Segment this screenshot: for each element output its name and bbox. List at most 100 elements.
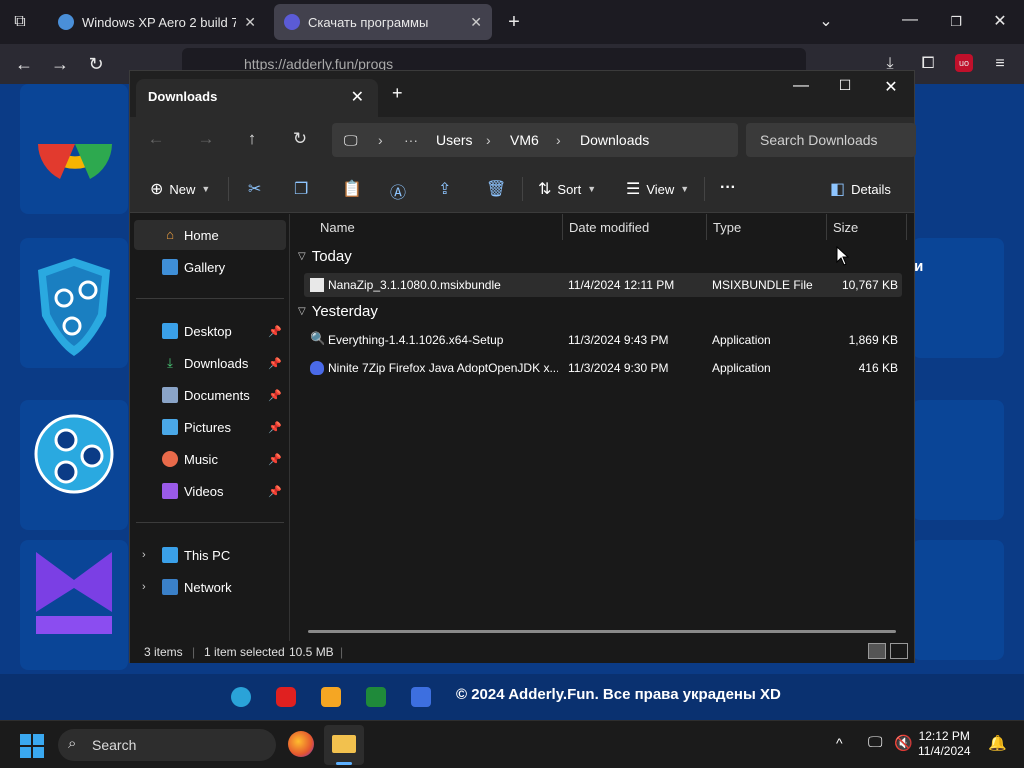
more-options-button[interactable]: ··· xyxy=(720,179,736,197)
paste-button[interactable]: 📋 xyxy=(342,179,362,199)
copy-button[interactable]: ❐ xyxy=(294,179,308,199)
minimize-icon[interactable]: — xyxy=(900,10,920,30)
details-button[interactable]: ◧ Details xyxy=(830,179,891,199)
restore-icon[interactable]: ❐ xyxy=(946,12,966,32)
add-tab-icon[interactable]: + xyxy=(392,83,403,104)
program-card[interactable] xyxy=(20,84,128,214)
chevron-up-icon[interactable]: ^ xyxy=(836,735,843,751)
breadcrumb-vm6[interactable]: VM6 xyxy=(510,132,539,148)
telegram-icon[interactable] xyxy=(231,687,251,707)
browser-tab-1[interactable]: Windows XP Aero 2 build 7106 ✕ xyxy=(48,4,266,40)
browser-tab-2[interactable]: Скачать программы ✕ xyxy=(274,4,492,40)
details-view-icon[interactable] xyxy=(868,643,886,659)
computer-icon: 🖵 xyxy=(344,132,358,148)
column-header-name[interactable]: Name xyxy=(314,214,563,240)
column-header-size[interactable]: Size xyxy=(827,214,907,240)
refresh-icon[interactable]: ↻ xyxy=(288,129,312,149)
column-header-type[interactable]: Type xyxy=(707,214,827,240)
nav-item-home[interactable]: ⌂ Home xyxy=(134,220,286,250)
tiles-view-icon[interactable] xyxy=(890,643,908,659)
breadcrumb[interactable]: 🖵 › ··· Users › VM6 › Downloads xyxy=(332,123,738,157)
program-card[interactable] xyxy=(20,238,128,368)
share-button[interactable]: ⇪ xyxy=(438,179,451,199)
pin-icon[interactable]: 📌 xyxy=(268,485,282,498)
file-row[interactable]: 🔍 Everything-1.4.1.1026.x64-Setup 11/3/2… xyxy=(304,328,902,352)
file-size: 1,869 KB xyxy=(848,333,898,347)
group-header-today[interactable]: ▽ Today xyxy=(298,248,352,265)
program-card-right[interactable]: ft и xyxy=(900,238,1004,358)
minimize-icon[interactable]: — xyxy=(786,77,816,95)
delete-button[interactable]: 🗑 xyxy=(486,179,506,199)
tab-title: Windows XP Aero 2 build 7106 xyxy=(82,14,237,30)
rename-button[interactable]: Ⓐ xyxy=(390,179,406,203)
k-logo-icon xyxy=(36,552,112,634)
program-card-right[interactable] xyxy=(912,540,1004,660)
extensions-icon[interactable]: ⧠ xyxy=(918,54,938,74)
horizontal-scrollbar[interactable] xyxy=(308,630,896,633)
nav-item-network[interactable]: › Network xyxy=(134,572,286,602)
chevron-right-icon[interactable]: › xyxy=(142,549,146,561)
close-icon[interactable]: ✕ xyxy=(470,14,482,31)
breadcrumb-downloads[interactable]: Downloads xyxy=(580,132,649,148)
column-label: Size xyxy=(833,220,859,235)
firefox-icon[interactable] xyxy=(288,731,314,757)
column-header-date[interactable]: Date modified xyxy=(563,214,707,240)
donate-icon[interactable] xyxy=(321,687,341,707)
view-button[interactable]: ☰ View ▼ xyxy=(626,179,689,199)
pin-icon[interactable]: 📌 xyxy=(268,325,282,338)
pin-icon[interactable]: 📌 xyxy=(268,357,282,370)
reload-icon[interactable]: ↻ xyxy=(86,54,106,74)
ellipsis-icon[interactable]: ··· xyxy=(404,132,418,148)
program-card[interactable] xyxy=(20,540,128,670)
new-button[interactable]: ⊕ New ▼ xyxy=(150,179,210,199)
group-header-yesterday[interactable]: ▽ Yesterday xyxy=(298,303,378,320)
chevron-right-icon[interactable]: › xyxy=(142,581,146,593)
file-row[interactable]: NanaZip_3.1.1080.0.msixbundle 11/4/2024 … xyxy=(304,273,902,297)
nav-label: Downloads xyxy=(184,355,249,371)
back-icon[interactable]: ← xyxy=(144,129,168,149)
explorer-tab-downloads[interactable]: Downloads ✕ xyxy=(136,79,378,117)
close-window-icon[interactable]: ✕ xyxy=(876,77,906,97)
file-row[interactable]: Ninite 7Zip Firefox Java AdoptOpenJDK x.… xyxy=(304,356,902,380)
clock[interactable]: 12:12 PM 11/4/2024 xyxy=(918,729,971,759)
ublock-icon[interactable]: uo xyxy=(955,54,973,72)
nav-item-desktop[interactable]: Desktop 📌 xyxy=(134,316,286,346)
network-icon[interactable]: 🖵 xyxy=(868,734,882,751)
nav-item-music[interactable]: Music 📌 xyxy=(134,444,286,474)
cut-button[interactable]: ✂ xyxy=(248,179,261,199)
menu-icon[interactable]: ≡ xyxy=(990,54,1010,74)
new-tab-icon[interactable]: + xyxy=(504,12,524,32)
youtube-icon[interactable] xyxy=(276,687,296,707)
chevron-down-icon[interactable]: ⌄ xyxy=(816,12,836,32)
close-icon[interactable]: ✕ xyxy=(244,14,256,31)
notification-bell-icon[interactable]: 🔔 xyxy=(988,734,1007,752)
pin-icon[interactable]: 📌 xyxy=(268,421,282,434)
close-window-icon[interactable]: ✕ xyxy=(990,12,1010,32)
nav-item-downloads[interactable]: ⤓ Downloads 📌 xyxy=(134,348,286,378)
forward-icon[interactable]: → xyxy=(50,54,70,74)
volume-mute-icon[interactable]: 🔇 xyxy=(894,734,913,752)
program-card-right[interactable] xyxy=(912,400,1004,520)
windows-start-icon[interactable] xyxy=(20,734,44,758)
sort-button[interactable]: ⇅ Sort ▼ xyxy=(538,179,596,199)
taskbar-search[interactable]: ⌕ Search xyxy=(58,729,276,761)
tab-overview-icon[interactable]: ⧉ xyxy=(10,12,30,32)
nav-item-this-pc[interactable]: › This PC xyxy=(134,540,286,570)
forward-icon[interactable]: → xyxy=(194,129,218,149)
pin-icon[interactable]: 📌 xyxy=(268,389,282,402)
d-logo-icon[interactable] xyxy=(411,687,431,707)
pin-icon[interactable]: 📌 xyxy=(268,453,282,466)
breadcrumb-users[interactable]: Users xyxy=(436,132,473,148)
nav-item-videos[interactable]: Videos 📌 xyxy=(134,476,286,506)
search-input[interactable]: Search Downloads xyxy=(746,123,916,157)
nav-item-pictures[interactable]: Pictures 📌 xyxy=(134,412,286,442)
money-icon[interactable] xyxy=(366,687,386,707)
program-card[interactable] xyxy=(20,400,128,530)
up-icon[interactable]: ↑ xyxy=(240,129,264,149)
close-tab-icon[interactable]: ✕ xyxy=(351,87,364,107)
nav-item-gallery[interactable]: Gallery xyxy=(134,252,286,282)
back-icon[interactable]: ← xyxy=(14,54,34,74)
taskbar-explorer-button[interactable] xyxy=(324,725,364,765)
nav-item-documents[interactable]: Documents 📌 xyxy=(134,380,286,410)
maximize-icon[interactable]: ☐ xyxy=(830,77,860,94)
